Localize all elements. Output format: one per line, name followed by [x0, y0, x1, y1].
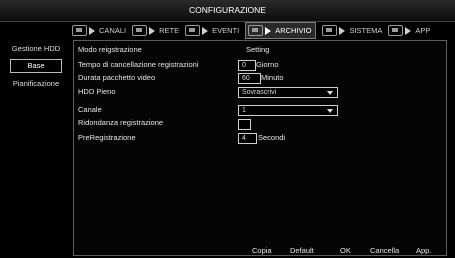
packet-duration-input[interactable]: 60 — [238, 73, 261, 84]
camera-icon — [72, 25, 87, 36]
tab-archivio[interactable]: ARCHIVIO — [245, 22, 317, 39]
network-icon — [132, 25, 148, 36]
arrow-right-icon — [339, 26, 346, 35]
tab-label: SISTEMA — [349, 26, 383, 35]
tab-label: RETE — [159, 26, 180, 35]
arrow-right-icon — [149, 26, 156, 35]
delete-time-input[interactable]: 0 — [238, 60, 256, 71]
tab-bar: CANALI RETE EVENTI ARCHIVIO SISTEMA APP — [72, 22, 452, 39]
arrow-right-icon — [405, 26, 412, 35]
tab-label: APP — [415, 26, 431, 35]
redundancy-checkbox[interactable] — [238, 119, 251, 130]
system-icon — [322, 25, 338, 36]
sidebar-item-gestione-hdd[interactable]: Gestione HDD — [0, 40, 72, 57]
sidebar: Gestione HDD Base Pianificazione — [0, 40, 72, 258]
prerec-label: PreRegistrazione — [78, 133, 136, 142]
tab-eventi[interactable]: EVENTI — [185, 23, 239, 38]
sidebar-item-base[interactable]: Base — [10, 59, 62, 73]
chevron-down-icon — [327, 91, 333, 95]
packet-duration-label: Durata pacchetto video — [78, 73, 156, 82]
hdd-full-label: HDD Pieno — [78, 87, 116, 96]
hdd-full-value: Sovrascrivi — [242, 89, 277, 96]
storage-icon — [248, 25, 264, 36]
arrow-right-icon — [202, 26, 209, 35]
app-icon — [388, 25, 404, 36]
copy-button[interactable]: Copia — [252, 246, 272, 255]
window-title: CONFIGURAZIONE — [0, 0, 455, 22]
delete-time-label: Tempo di cancellazione registrazioni — [78, 60, 199, 69]
apply-button[interactable]: App. — [416, 246, 431, 255]
channel-dropdown[interactable]: 1 — [238, 105, 338, 116]
arrow-right-icon — [89, 26, 95, 35]
redundancy-label: Ridondanza registrazione — [78, 118, 164, 127]
mode-value: Setting — [246, 45, 270, 54]
tab-rete[interactable]: RETE — [132, 23, 179, 38]
prerec-unit: Secondi — [258, 133, 286, 142]
hdd-full-dropdown[interactable]: Sovrascrivi — [238, 87, 338, 98]
prerec-input[interactable]: 4 — [238, 133, 257, 144]
channel-label: Canale — [78, 105, 102, 114]
chevron-down-icon — [327, 109, 333, 113]
tab-label: EVENTI — [212, 26, 240, 35]
settings-panel: Modo reigstrazione Setting Tempo di canc… — [73, 40, 447, 256]
delete-time-unit: Giorno — [256, 60, 279, 69]
alarm-icon — [185, 25, 201, 36]
mode-label: Modo reigstrazione — [78, 45, 142, 54]
ok-button[interactable]: OK — [340, 246, 351, 255]
sidebar-item-pianificazione[interactable]: Pianificazione — [0, 75, 72, 92]
channel-value: 1 — [242, 107, 246, 114]
cancel-button[interactable]: Cancella — [370, 246, 399, 255]
tab-sistema[interactable]: SISTEMA — [322, 23, 382, 38]
tab-app[interactable]: APP — [388, 23, 430, 38]
tab-label: CANALI — [99, 26, 127, 35]
packet-duration-unit: Minuto — [261, 73, 284, 82]
tab-label: ARCHIVIO — [275, 26, 312, 35]
arrow-right-icon — [265, 26, 272, 35]
tab-canali[interactable]: CANALI — [72, 23, 126, 38]
default-button[interactable]: Default — [290, 246, 314, 255]
